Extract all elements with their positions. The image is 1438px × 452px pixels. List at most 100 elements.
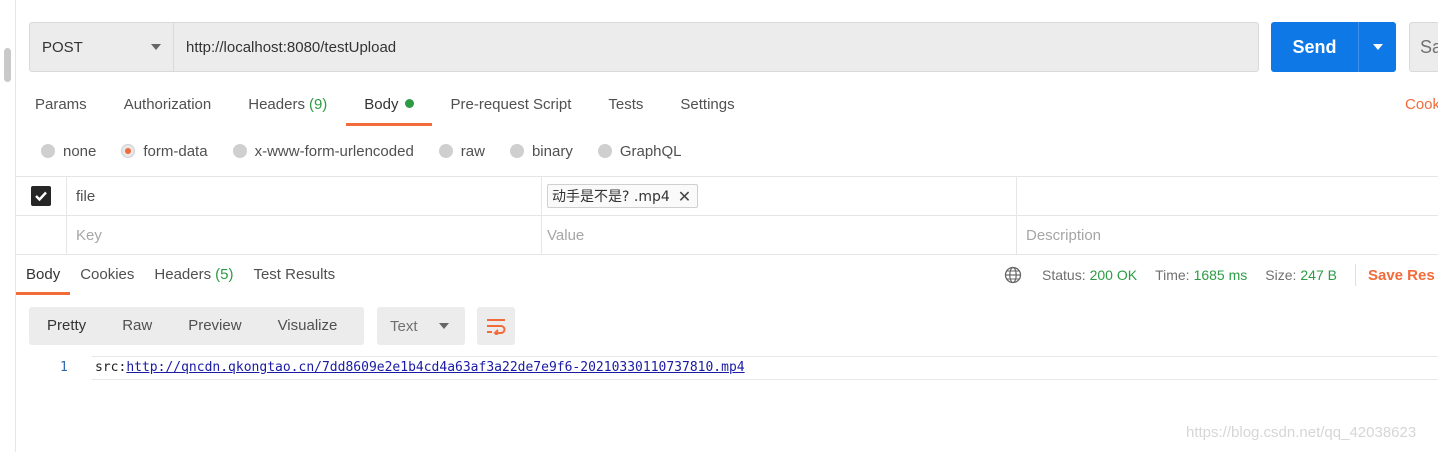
response-tab-body[interactable]: Body bbox=[16, 256, 71, 295]
radio-circle bbox=[232, 144, 247, 158]
request-tabs: Params Authorization Headers (9) Body Pre… bbox=[35, 88, 772, 126]
divider bbox=[1354, 264, 1356, 286]
radio-circle bbox=[41, 144, 55, 158]
save-label: Sa bbox=[1420, 36, 1438, 57]
radio-label: x-www-form-urlencoded bbox=[254, 142, 414, 160]
file-chip: 动手是不是? .mp4 ✕ bbox=[547, 184, 699, 208]
radio-label: raw bbox=[460, 142, 485, 160]
format-select[interactable]: Text bbox=[377, 307, 465, 345]
radio-form-data[interactable]: form-data bbox=[121, 143, 208, 160]
radio-label: binary bbox=[531, 142, 573, 160]
description-placeholder: Description bbox=[1026, 226, 1102, 244]
radio-label: GraphQL bbox=[619, 142, 682, 160]
tab-settings[interactable]: Settings bbox=[680, 88, 734, 126]
method-select[interactable]: POST bbox=[30, 23, 174, 71]
body-indicator-dot-icon bbox=[404, 99, 414, 108]
radio-graphql[interactable]: GraphQL bbox=[597, 142, 682, 160]
key-value: file bbox=[76, 187, 96, 205]
wrap-lines-icon bbox=[487, 319, 506, 335]
size-label: Size: bbox=[1265, 267, 1297, 283]
time-label: Time: bbox=[1155, 267, 1190, 283]
save-button[interactable]: Sa bbox=[1409, 22, 1438, 72]
row-enabled-checkbox[interactable] bbox=[31, 186, 51, 206]
left-scrollbar[interactable] bbox=[0, 0, 16, 452]
scrollbar-thumb[interactable] bbox=[4, 48, 11, 82]
body-type-radios: none form-data x-www-form-urlencoded raw… bbox=[41, 140, 707, 162]
status-label: Status: bbox=[1042, 267, 1086, 283]
key-placeholder: Key bbox=[76, 226, 102, 244]
response-tabs: Body Cookies Headers (5) Test Results bbox=[16, 256, 345, 295]
tab-authorization[interactable]: Authorization bbox=[124, 88, 212, 126]
cookies-link[interactable]: Cook bbox=[1405, 96, 1438, 113]
size-value: 247 B bbox=[1300, 267, 1337, 283]
file-name: 动手是不是? .mp4 bbox=[552, 189, 670, 205]
view-visualize-button[interactable]: Visualize bbox=[260, 307, 356, 345]
table-row-new: Key Value Description bbox=[16, 216, 1438, 255]
response-body-editor[interactable]: 1 src:http://qncdn.qkongtao.cn/7dd8609e2… bbox=[16, 356, 1438, 380]
tab-label: Body bbox=[26, 266, 61, 283]
tab-label: Params bbox=[35, 96, 87, 113]
headers-count: (9) bbox=[308, 96, 328, 113]
view-preview-button[interactable]: Preview bbox=[170, 307, 259, 345]
radio-circle bbox=[509, 144, 524, 158]
tab-label: Cookies bbox=[80, 266, 135, 283]
value-cell[interactable]: 动手是不是? .mp4 ✕ bbox=[542, 177, 1017, 215]
time-value: 1685 ms bbox=[1193, 267, 1248, 283]
response-tab-headers[interactable]: Headers (5) bbox=[144, 256, 243, 295]
url-input[interactable] bbox=[174, 23, 1258, 71]
send-button[interactable]: Send bbox=[1271, 22, 1396, 72]
response-meta: Status: 200 OK Time: 1685 ms Size: 247 B… bbox=[1004, 264, 1435, 286]
globe-icon[interactable] bbox=[1004, 266, 1022, 284]
tab-label: Pre-request Script bbox=[450, 96, 572, 113]
tab-params[interactable]: Params bbox=[35, 88, 87, 126]
check-icon bbox=[35, 191, 47, 202]
radio-label: none bbox=[63, 142, 97, 160]
method-label: POST bbox=[42, 38, 83, 56]
tab-body[interactable]: Body bbox=[346, 88, 432, 126]
key-input[interactable]: Key bbox=[67, 216, 542, 254]
response-tab-test-results[interactable]: Test Results bbox=[243, 256, 345, 295]
chevron-down-icon bbox=[1372, 44, 1383, 50]
line-number: 1 bbox=[60, 360, 68, 375]
watermark: https://blog.csdn.net/qq_42038623 bbox=[1186, 424, 1417, 441]
tab-label: Test Results bbox=[253, 266, 336, 283]
tab-tests[interactable]: Tests bbox=[608, 88, 643, 126]
radio-raw[interactable]: raw bbox=[438, 142, 485, 160]
tab-label: Settings bbox=[680, 96, 735, 113]
format-label: Text bbox=[390, 317, 418, 335]
view-raw-button[interactable]: Raw bbox=[104, 307, 170, 345]
key-cell[interactable]: file bbox=[67, 177, 542, 215]
value-placeholder: Value bbox=[547, 226, 585, 244]
save-response-button[interactable]: Save Res bbox=[1368, 267, 1435, 284]
response-url-link[interactable]: http://qncdn.qkongtao.cn/7dd8609e2e1b4cd… bbox=[126, 360, 744, 375]
request-url-bar: POST bbox=[29, 22, 1259, 72]
radio-circle bbox=[121, 144, 136, 158]
code-prefix: src: bbox=[95, 360, 127, 375]
radio-binary[interactable]: binary bbox=[509, 142, 573, 160]
form-data-table: file 动手是不是? .mp4 ✕ Key Value Description bbox=[16, 176, 1438, 255]
row-enabled-cell bbox=[16, 216, 67, 254]
radio-x-www-form-urlencoded[interactable]: x-www-form-urlencoded bbox=[232, 142, 414, 160]
wrap-lines-button[interactable] bbox=[477, 307, 515, 345]
tab-label: Headers bbox=[248, 96, 305, 113]
chevron-down-icon bbox=[151, 44, 161, 50]
status-value: 200 OK bbox=[1089, 267, 1138, 283]
radio-circle bbox=[438, 144, 453, 158]
description-input[interactable]: Description bbox=[1017, 216, 1438, 254]
tab-label: Body bbox=[364, 96, 399, 113]
value-input[interactable]: Value bbox=[542, 216, 1017, 254]
table-row: file 动手是不是? .mp4 ✕ bbox=[16, 177, 1438, 216]
send-label: Send bbox=[1292, 36, 1337, 57]
tab-label: Headers bbox=[154, 266, 212, 283]
radio-none[interactable]: none bbox=[41, 143, 96, 160]
tab-pre-request-script[interactable]: Pre-request Script bbox=[451, 88, 572, 126]
response-tab-cookies[interactable]: Cookies bbox=[70, 256, 144, 295]
tab-label: Authorization bbox=[123, 96, 212, 113]
radio-circle bbox=[597, 144, 612, 158]
description-cell[interactable] bbox=[1017, 177, 1438, 215]
response-headers-count: (5) bbox=[215, 266, 234, 283]
remove-file-icon[interactable]: ✕ bbox=[678, 187, 691, 206]
tab-headers[interactable]: Headers (9) bbox=[248, 88, 327, 126]
view-pretty-button[interactable]: Pretty bbox=[29, 307, 104, 345]
send-dropdown[interactable] bbox=[1359, 22, 1396, 72]
